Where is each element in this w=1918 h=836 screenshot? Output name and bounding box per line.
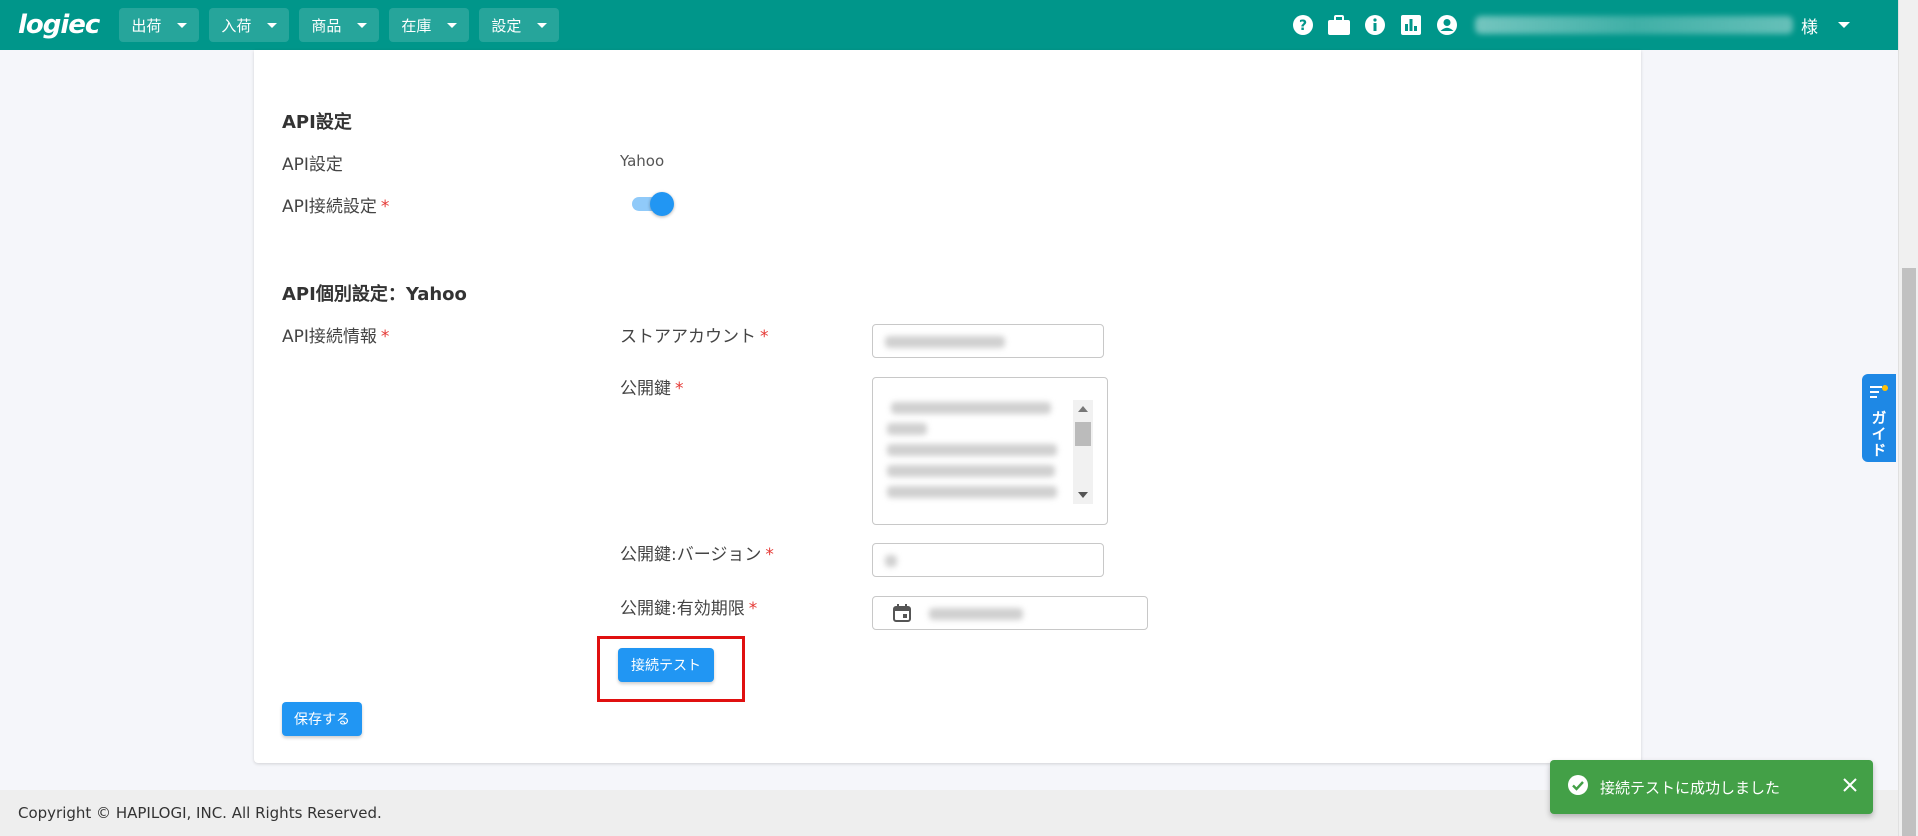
chevron-down-icon xyxy=(537,22,548,28)
logo-text: logiec xyxy=(18,10,100,40)
api-connection-label: API接続設定 * xyxy=(282,192,389,217)
account-icon[interactable] xyxy=(1435,13,1459,37)
required-mark: * xyxy=(765,545,774,565)
redacted-value xyxy=(891,402,1051,414)
api-type-label: API設定 xyxy=(282,155,343,175)
redacted-value xyxy=(887,465,1055,477)
briefcase-icon[interactable] xyxy=(1327,13,1351,37)
settings-card: API設定 API設定 Yahoo API接続設定 * API個別設定：Yahoo… xyxy=(254,50,1641,763)
nav-products-label: 商品 xyxy=(311,16,342,35)
info-icon[interactable] xyxy=(1363,13,1387,37)
check-circle-icon xyxy=(1568,775,1588,799)
store-account-label: ストアアカウント * xyxy=(620,322,769,347)
header-tools: ? 様 xyxy=(1291,0,1850,50)
nav-settings[interactable]: 設定 xyxy=(479,8,560,42)
guide-label: ガイド xyxy=(1869,410,1888,458)
page-scrollbar[interactable] xyxy=(1898,0,1918,836)
redacted-value xyxy=(887,423,927,435)
guide-icon xyxy=(1870,384,1888,404)
chevron-down-icon xyxy=(447,22,458,28)
api-settings-title: API設定 xyxy=(282,112,352,133)
required-mark: * xyxy=(380,327,390,347)
nav-inventory-label: 在庫 xyxy=(401,16,432,35)
api-connection-toggle[interactable] xyxy=(632,192,676,216)
required-mark: * xyxy=(748,599,758,619)
nav-settings-label: 設定 xyxy=(491,16,522,35)
chevron-down-icon[interactable] xyxy=(1838,22,1850,28)
copyright-text: Copyright © HAPILOGI, INC. All Rights Re… xyxy=(18,804,382,822)
scroll-down-icon[interactable] xyxy=(1078,492,1088,498)
public-key-label-text: 公開鍵 xyxy=(620,379,671,399)
textarea-scrollbar[interactable] xyxy=(1073,400,1093,504)
scroll-up-icon[interactable] xyxy=(1078,406,1088,412)
connection-test-button[interactable]: 接続テスト xyxy=(618,648,714,682)
report-icon[interactable] xyxy=(1399,13,1423,37)
close-icon[interactable] xyxy=(1843,778,1857,796)
nav-receiving[interactable]: 入荷 xyxy=(209,8,290,42)
required-mark: * xyxy=(675,379,684,399)
nav-products[interactable]: 商品 xyxy=(299,8,380,42)
redacted-value xyxy=(929,608,1023,620)
public-key-version-input[interactable] xyxy=(872,543,1104,577)
user-suffix: 様 xyxy=(1801,17,1818,38)
save-button[interactable]: 保存する xyxy=(282,702,362,736)
nav-shipping[interactable]: 出荷 xyxy=(119,8,200,42)
main-nav: 出荷 入荷 商品 在庫 設定 xyxy=(119,8,560,42)
calendar-icon[interactable] xyxy=(893,604,911,626)
api-info-label: API接続情報 * xyxy=(282,322,389,347)
api-type-value: Yahoo xyxy=(620,152,665,170)
nav-receiving-label: 入荷 xyxy=(221,16,252,35)
page-scrollbar-thumb[interactable] xyxy=(1902,268,1916,836)
required-mark: * xyxy=(760,327,769,347)
scroll-thumb[interactable] xyxy=(1075,422,1091,446)
public-key-expiry-label: 公開鍵:有効期限 * xyxy=(620,594,757,619)
required-mark: * xyxy=(380,197,390,217)
api-individual-title: API個別設定：Yahoo xyxy=(282,284,467,305)
chevron-down-icon xyxy=(177,22,188,28)
redacted-value xyxy=(885,555,897,567)
redacted-value xyxy=(887,486,1057,498)
public-key-textarea[interactable] xyxy=(872,377,1108,525)
nav-inventory[interactable]: 在庫 xyxy=(389,8,470,42)
success-snackbar: 接続テストに成功しました xyxy=(1550,760,1873,814)
public-key-label: 公開鍵 * xyxy=(620,374,684,399)
snackbar-message: 接続テストに成功しました xyxy=(1600,778,1781,797)
help-icon[interactable]: ? xyxy=(1291,13,1315,37)
api-info-label-text: API接続情報 xyxy=(282,327,377,347)
public-key-expiry-input[interactable] xyxy=(872,596,1148,630)
api-connection-label-text: API接続設定 xyxy=(282,197,377,217)
nav-shipping-label: 出荷 xyxy=(131,16,162,35)
logo[interactable]: logiec xyxy=(18,10,100,40)
guide-tab[interactable]: ガイド xyxy=(1862,374,1896,462)
toggle-thumb xyxy=(650,192,674,216)
redacted-value xyxy=(885,336,1005,348)
store-account-label-text: ストアアカウント xyxy=(620,327,756,347)
redacted-value xyxy=(887,444,1057,456)
svg-text:?: ? xyxy=(1299,18,1307,34)
chevron-down-icon xyxy=(357,22,368,28)
public-key-expiry-label-text: 公開鍵:有効期限 xyxy=(620,599,745,619)
public-key-version-label-text: 公開鍵:バージョン xyxy=(620,545,762,565)
public-key-version-label: 公開鍵:バージョン * xyxy=(620,540,774,565)
top-navbar: logiec 出荷 入荷 商品 在庫 設定 ? 様 xyxy=(0,0,1898,50)
chevron-down-icon xyxy=(267,22,278,28)
store-account-input[interactable] xyxy=(872,324,1104,358)
user-name-redacted[interactable] xyxy=(1475,16,1793,34)
